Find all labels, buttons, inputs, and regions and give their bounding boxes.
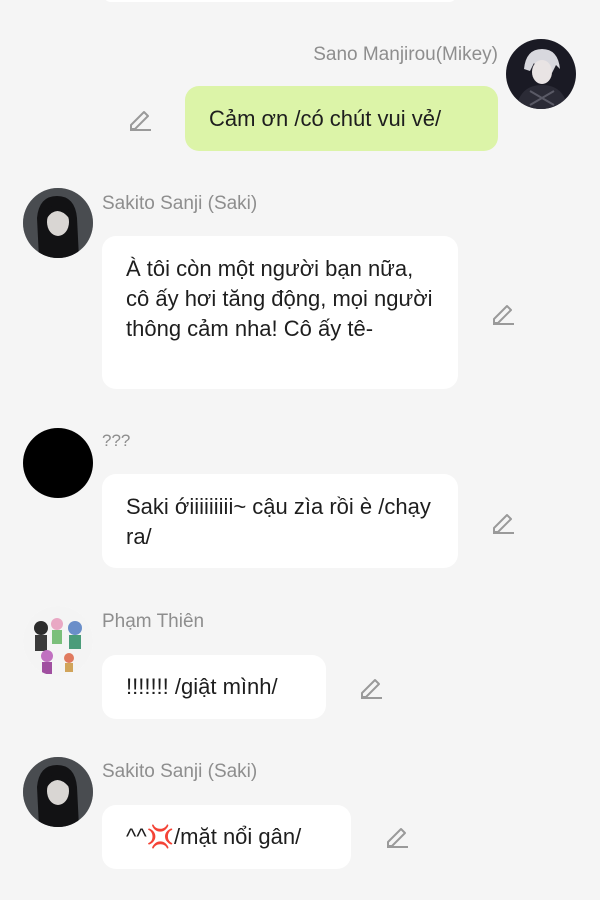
pencil-edit-icon[interactable] <box>490 300 516 326</box>
pencil-edit-icon[interactable] <box>384 823 410 849</box>
sender-name: ??? <box>102 431 131 450</box>
sender-name: Sakito Sanji (Saki) <box>102 193 258 214</box>
sender-name: Sakito Sanji (Saki) <box>102 761 258 782</box>
pencil-edit-icon[interactable] <box>358 674 384 700</box>
previous-message-bubble-edge <box>103 0 457 2</box>
message-bubble[interactable]: Saki ớiiiiiiiii~ cậu zìa rồi è /chạy ra/ <box>102 474 458 568</box>
avatar-unknown[interactable] <box>23 428 93 498</box>
message-bubble[interactable]: Cảm ơn /có chút vui vẻ/ <box>185 86 498 151</box>
message-bubble[interactable]: À tôi còn một người bạn nữa, cô ấy hơi t… <box>102 236 458 389</box>
message-bubble[interactable]: ^^💢/mặt nổi gân/ <box>102 805 351 869</box>
sender-name: Phạm Thiên <box>102 611 205 632</box>
avatar-saki[interactable] <box>23 757 93 827</box>
message-bubble[interactable]: !!!!!!! /giật mình/ <box>102 655 326 719</box>
pencil-edit-icon[interactable] <box>127 106 153 132</box>
sender-name: Sano Manjirou(Mikey) <box>313 44 498 65</box>
avatar-pham-thien[interactable] <box>23 606 93 676</box>
avatar-mikey[interactable] <box>506 39 576 109</box>
avatar-saki[interactable] <box>23 188 93 258</box>
pencil-edit-icon[interactable] <box>490 509 516 535</box>
